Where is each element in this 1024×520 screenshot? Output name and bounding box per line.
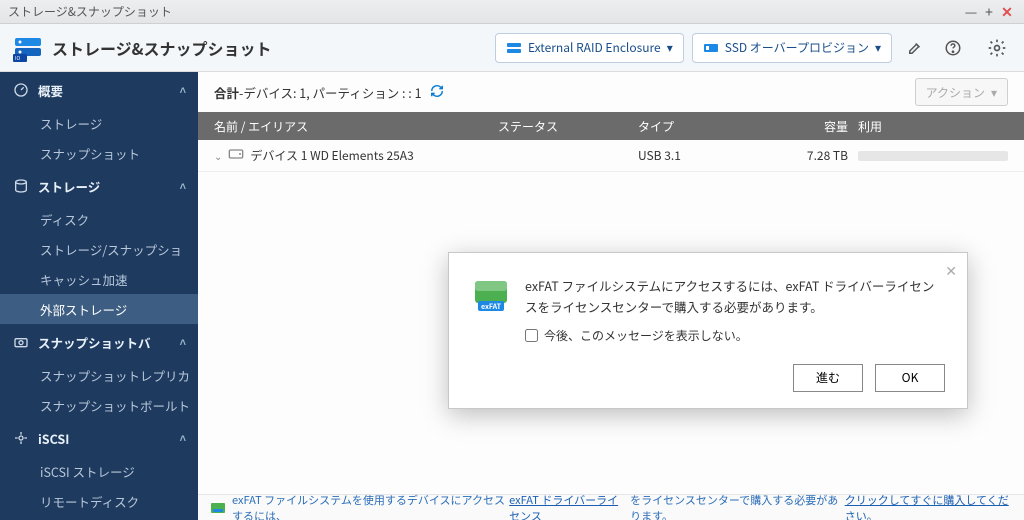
sidebar: 概要 ˄ ストレージ スナップショット ストレージ ˄ ディスク ストレージ/ス… [0, 72, 198, 520]
ssd-op-label: SSD オーバープロビジョン [725, 39, 869, 56]
drive-icon [228, 147, 244, 165]
sidebar-item-external-storage[interactable]: 外部ストレージ [0, 294, 198, 324]
chevron-up-icon: ˄ [180, 334, 186, 350]
chevron-down-icon: ▾ [875, 39, 881, 56]
sidebar-item-remote-disk[interactable]: リモートディスク [0, 486, 198, 516]
row-capacity: 7.28 TB [768, 147, 858, 164]
ssd-overprovision-dropdown[interactable]: SSD オーバープロビジョン ▾ [692, 33, 892, 63]
storage-icon [12, 177, 30, 195]
sidebar-item-overview-snapshot[interactable]: スナップショット [0, 138, 198, 168]
dialog-ok-button[interactable]: OK [875, 364, 945, 392]
exfat-icon: exFAT [471, 275, 511, 315]
refresh-button[interactable] [430, 83, 444, 102]
svg-text:exFAT: exFAT [481, 302, 502, 312]
summary-row: 合計 - デバイス: 1, パーティション : : 1 アクション ▾ [198, 72, 1024, 112]
external-raid-dropdown[interactable]: External RAID Enclosure ▾ [495, 33, 684, 63]
sidebar-item-cache-accel[interactable]: キャッシュ加速 [0, 264, 198, 294]
tools-button[interactable] [900, 33, 930, 63]
gauge-icon [12, 81, 30, 99]
col-name: 名前 / エイリアス [198, 118, 498, 135]
sidebar-item-storage-snapshot[interactable]: ストレージ/スナップショ [0, 234, 198, 264]
row-expander[interactable]: ⌄ [214, 148, 222, 163]
dialog-proceed-button[interactable]: 進む [793, 364, 863, 392]
col-type: タイプ [638, 118, 768, 135]
app-title: ストレージ&スナップショット [52, 36, 272, 60]
sidebar-item-overview-storage[interactable]: ストレージ [0, 108, 198, 138]
svg-text:IO: IO [15, 55, 20, 62]
dialog-dont-show-checkbox[interactable]: 今後、このメッセージを表示しない。 [525, 326, 945, 346]
table-header: 名前 / エイリアス ステータス タイプ 容量 利用 [198, 112, 1024, 140]
row-type: USB 3.1 [638, 147, 768, 164]
window-close-button[interactable]: ✕ [998, 2, 1016, 22]
exfat-icon [210, 500, 226, 516]
sidebar-group-overview[interactable]: 概要 ˄ [0, 72, 198, 108]
window-title: ストレージ&スナップショット [8, 3, 962, 20]
sidebar-group-storage[interactable]: ストレージ ˄ [0, 168, 198, 204]
table-row[interactable]: ⌄ デバイス 1 WD Elements 25A3 USB 3.1 7.28 T… [198, 140, 1024, 172]
row-usage [858, 151, 1024, 161]
sidebar-item-snapshot-vault[interactable]: スナップショットボールト [0, 390, 198, 420]
sidebar-group-iscsi[interactable]: iSCSI ˄ [0, 420, 198, 456]
dont-show-checkbox-input[interactable] [525, 329, 538, 342]
app-icon: IO [12, 32, 44, 64]
help-button[interactable] [938, 33, 968, 63]
sidebar-item-lun-import-export[interactable]: LUN インポート/エクスポ [0, 516, 198, 520]
row-name: デバイス 1 WD Elements 25A3 [250, 147, 413, 164]
footer-notice: exFAT ファイルシステムを使用するデバイスにアクセスするには、 exFAT … [198, 494, 1024, 520]
sidebar-group-label: 概要 [38, 81, 63, 100]
chevron-up-icon: ˄ [180, 430, 186, 446]
iscsi-icon [12, 429, 30, 447]
main-panel: 合計 - デバイス: 1, パーティション : : 1 アクション ▾ 名前 /… [198, 72, 1024, 520]
exfat-license-dialog: ✕ exFAT exFAT ファイルシステムにアクセスするには、exFAT ドラ… [448, 252, 968, 409]
chevron-down-icon: ▾ [991, 84, 997, 101]
window-minimize-button[interactable]: — [962, 2, 980, 22]
sidebar-item-iscsi-storage[interactable]: iSCSI ストレージ [0, 456, 198, 486]
footer-license-link[interactable]: exFAT ドライバーライセンス [509, 492, 628, 520]
sidebar-group-label: スナップショットバ [38, 333, 151, 352]
dialog-message: exFAT ファイルシステムにアクセスするには、exFAT ドライバーライセンス… [525, 275, 945, 318]
dialog-close-button[interactable]: ✕ [945, 261, 957, 281]
sidebar-item-disk[interactable]: ディスク [0, 204, 198, 234]
sidebar-group-snapshot-backup[interactable]: スナップショットバ ˄ [0, 324, 198, 360]
action-dropdown[interactable]: アクション ▾ [915, 78, 1008, 106]
col-status: ステータス [498, 118, 638, 135]
chevron-down-icon: ▾ [667, 39, 673, 56]
settings-button[interactable] [982, 33, 1012, 63]
summary-prefix: 合計 [214, 83, 239, 102]
sidebar-item-snapshot-replica[interactable]: スナップショットレプリカ [0, 360, 198, 390]
chevron-up-icon: ˄ [180, 82, 186, 98]
window-maximize-button[interactable]: + [980, 2, 998, 22]
chevron-up-icon: ˄ [180, 178, 186, 194]
col-capacity: 容量 [768, 118, 858, 135]
summary-counts: デバイス: 1, パーティション : : 1 [243, 83, 421, 102]
window-titlebar: ストレージ&スナップショット — + ✕ [0, 0, 1024, 24]
sidebar-group-label: iSCSI [38, 429, 69, 448]
camera-icon [12, 333, 30, 351]
sidebar-group-label: ストレージ [38, 177, 100, 196]
footer-buy-link[interactable]: クリックしてすぐに購入してください。 [845, 492, 1010, 520]
col-usage: 利用 [858, 118, 1024, 135]
app-header: IO ストレージ&スナップショット External RAID Enclosur… [0, 24, 1024, 72]
external-raid-label: External RAID Enclosure [528, 39, 661, 56]
